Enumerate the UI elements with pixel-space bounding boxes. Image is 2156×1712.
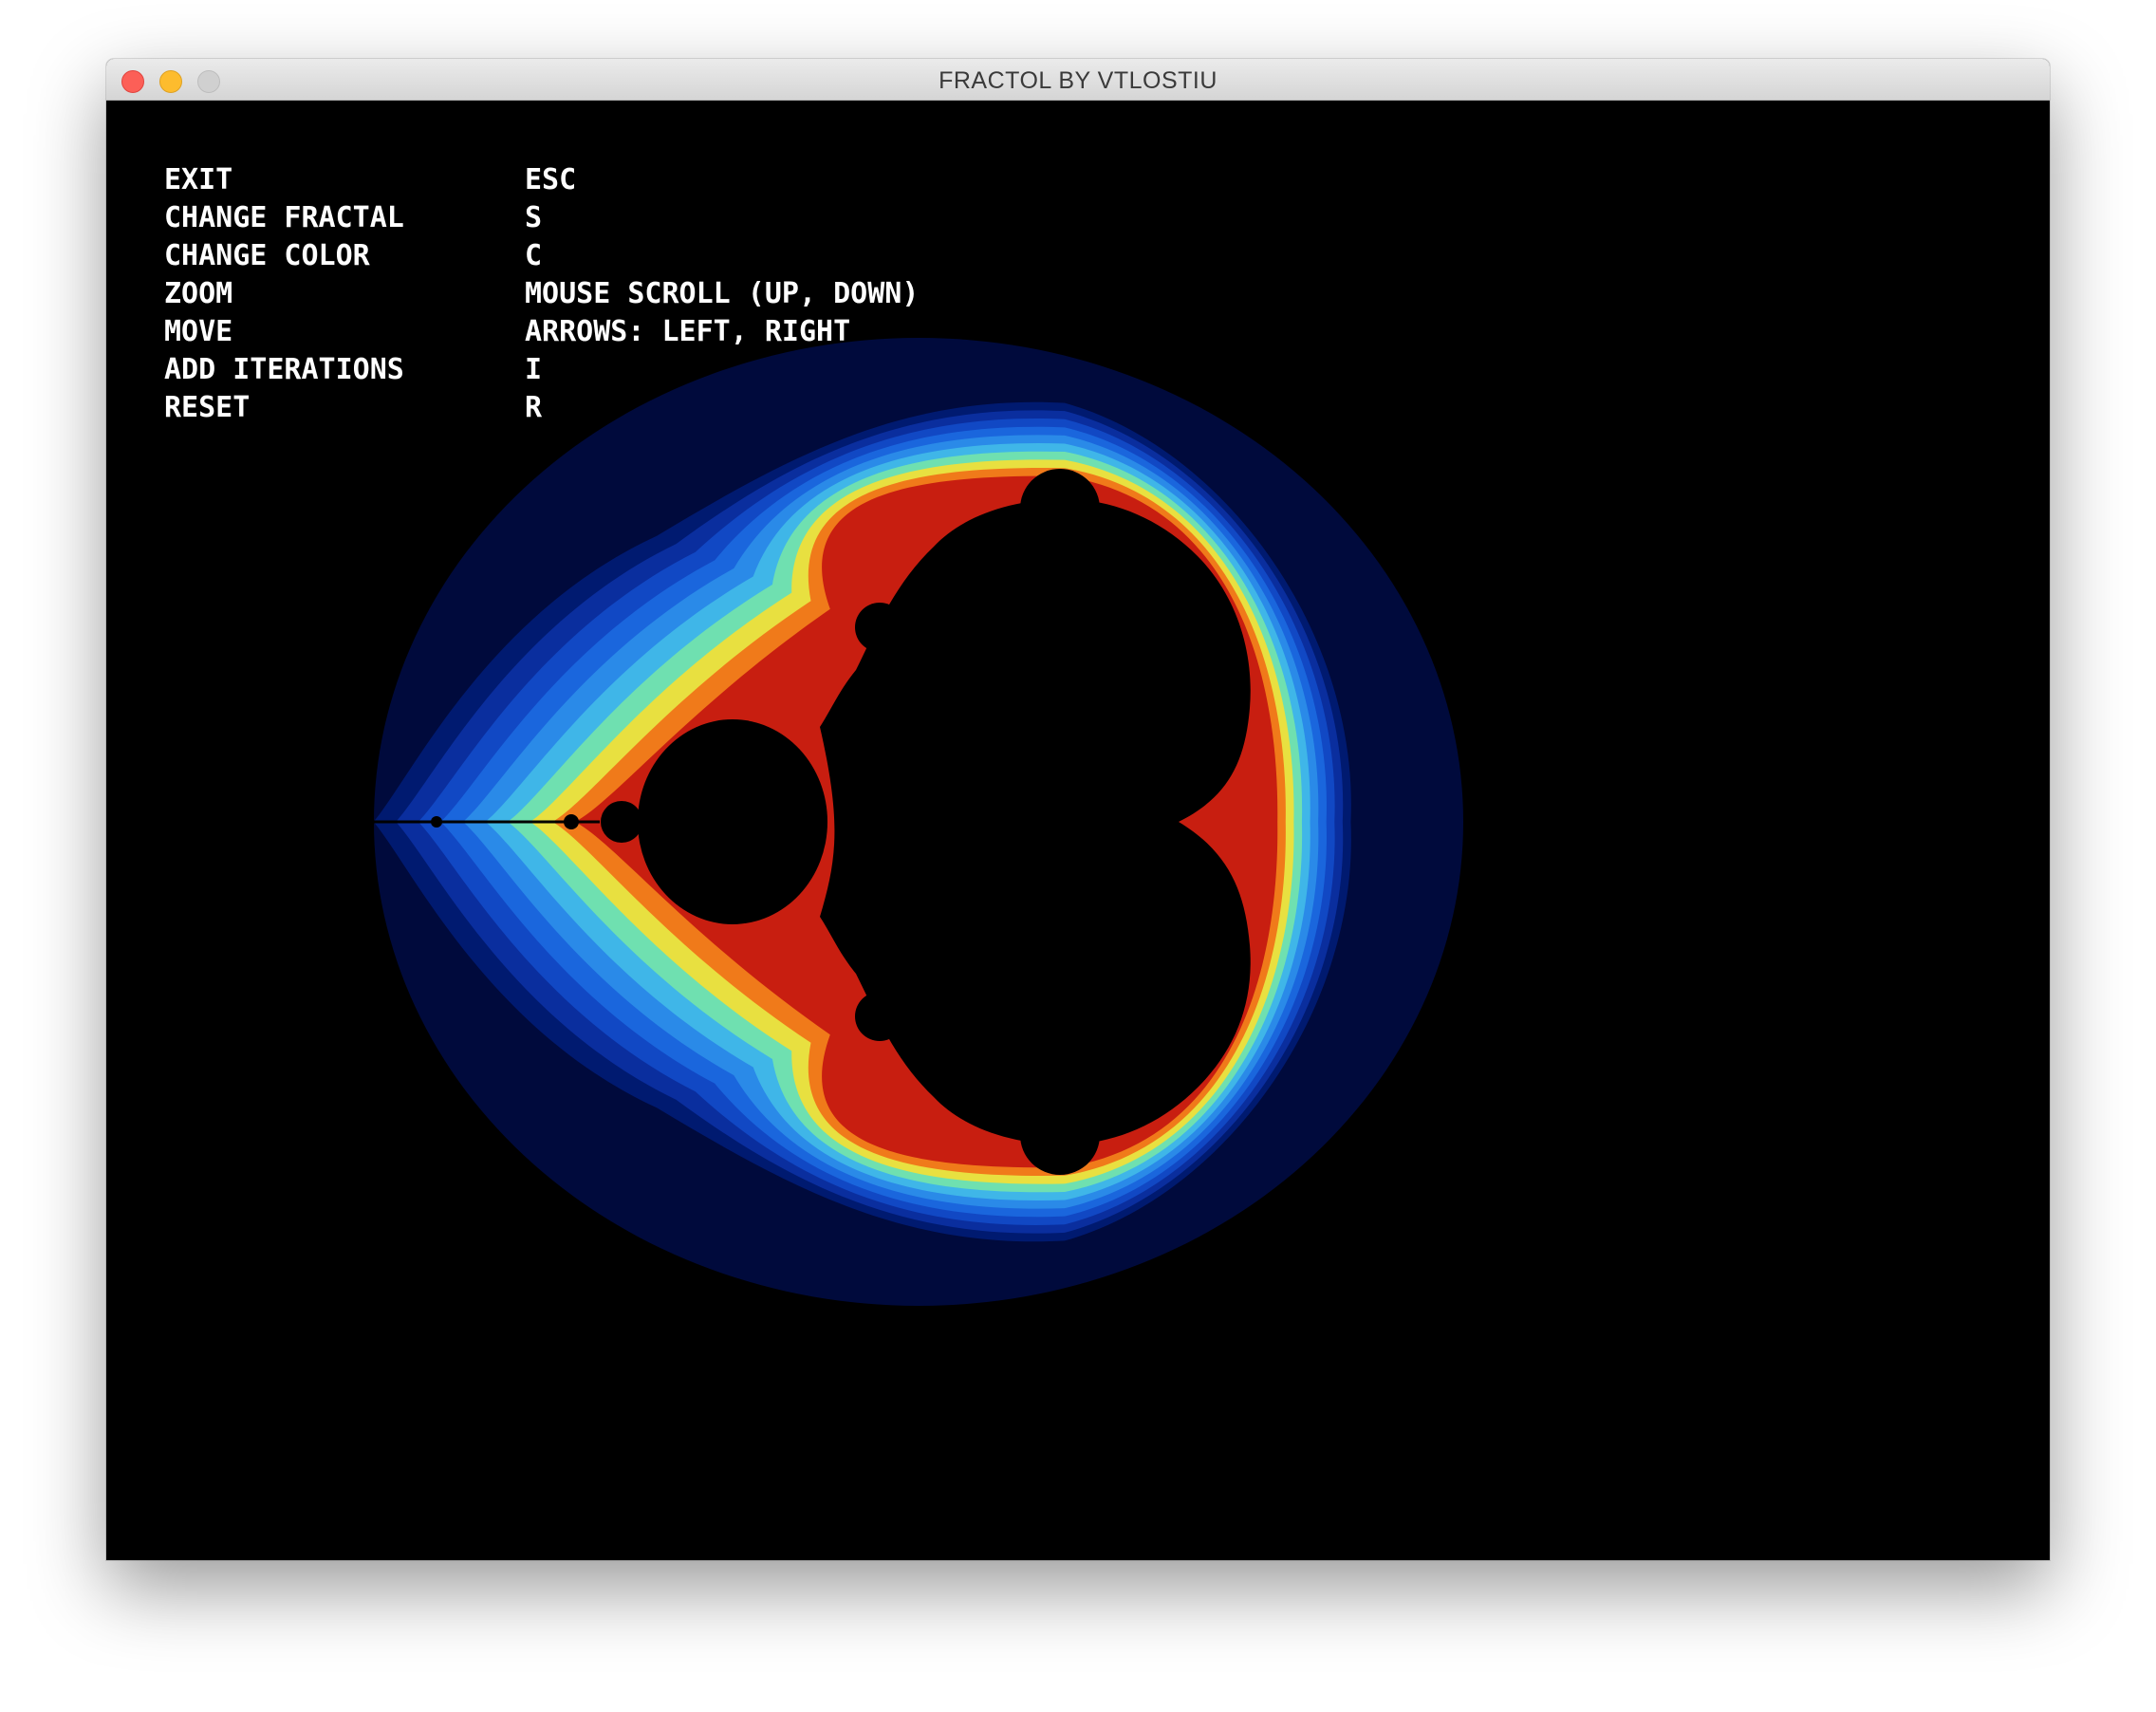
- bottom-bulb: [1020, 1095, 1100, 1175]
- help-action-label: RESET: [164, 391, 251, 424]
- help-key-label: C: [525, 239, 543, 272]
- title-bar[interactable]: FRACTOL BY VTLOSTIU: [106, 59, 2050, 101]
- period-4-bulb: [601, 801, 642, 843]
- fractal-canvas[interactable]: EXIT ESC CHANGE FRACTAL S CHANGE COLOR C ZOOM M…: [106, 101, 2050, 1560]
- help-key-label: ESC: [525, 163, 577, 196]
- help-action-label: CHANGE FRACTAL: [164, 201, 404, 234]
- top-bulb: [1020, 469, 1100, 549]
- help-action-label: ZOOM: [164, 277, 233, 310]
- help-action-label: ADD ITERATIONS: [164, 353, 404, 386]
- top-right-bulb: [1175, 614, 1220, 660]
- top-left-bulb: [855, 603, 904, 652]
- help-key-label: I: [525, 353, 543, 386]
- help-action-label: MOVE: [164, 315, 233, 348]
- help-action-label: CHANGE COLOR: [164, 239, 370, 272]
- period-2-bulb: [638, 719, 827, 924]
- help-key-label: MOUSE SCROLL (UP, DOWN): [525, 277, 920, 310]
- bottom-left-bulb: [855, 992, 904, 1041]
- help-action-label: EXIT: [164, 163, 233, 196]
- fractol-window: FRACTOL BY VTLOSTIU EXIT ESC CHANGE FRACTA…: [106, 59, 2050, 1560]
- help-key-label: ARROWS: LEFT, RIGHT: [525, 315, 851, 348]
- window-title: FRACTOL BY VTLOSTIU: [939, 67, 1217, 94]
- bottom-right-bulb: [1175, 984, 1220, 1030]
- help-key-label: S: [525, 201, 543, 234]
- help-key-label: R: [525, 391, 543, 424]
- mandelbrot-render: [351, 338, 1463, 1306]
